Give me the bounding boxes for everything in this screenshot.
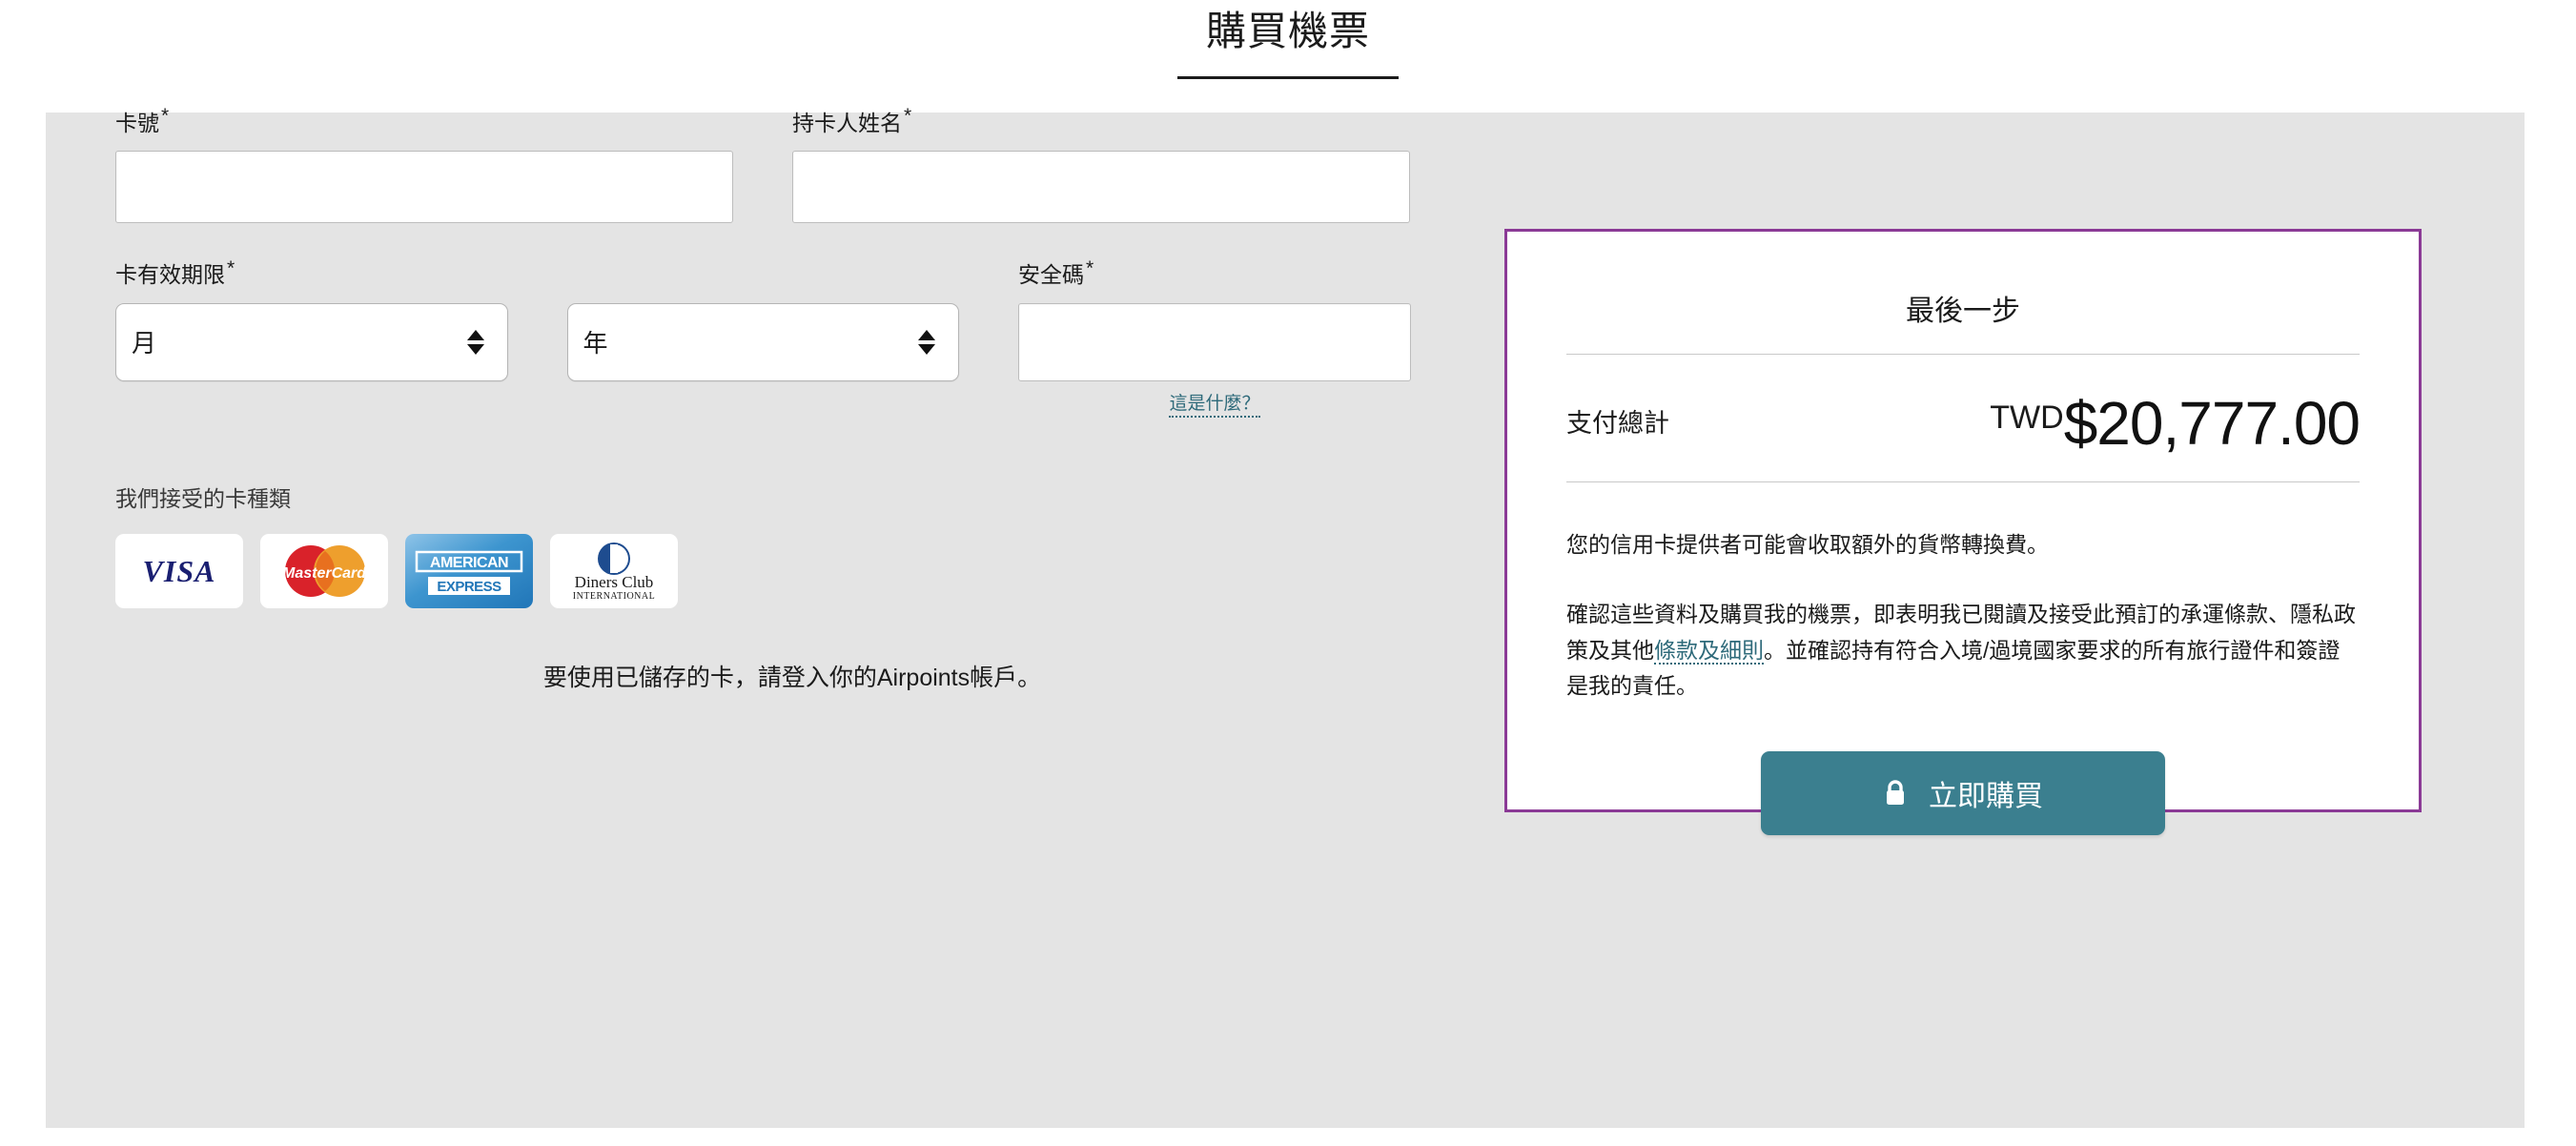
currency-code: TWD — [1990, 399, 2064, 436]
page-title: 購買機票 — [1176, 0, 1399, 80]
expiry-year-select[interactable]: 年 — [566, 302, 959, 381]
svg-text:AMERICAN: AMERICAN — [430, 555, 508, 571]
expiry-label: 卡有效期限* — [115, 256, 235, 288]
order-summary-panel: 最後一步 支付總計 TWD $20,777.00 您的信用卡提供者可能會收取額外… — [1504, 229, 2422, 836]
svg-text:INTERNATIONAL: INTERNATIONAL — [573, 591, 656, 602]
expiry-month-value: 月 — [132, 329, 157, 358]
cvv-help-link[interactable]: 這是什麼？ — [1169, 393, 1260, 419]
required-marker: * — [161, 105, 170, 128]
accepted-cards-heading: 我們接受的卡種類 — [115, 486, 291, 512]
amex-logo: AMERICAN EXPRESS — [405, 534, 533, 609]
card-logo-list: VISA MasterCard AMERICAN EXPRESS Diners … — [115, 534, 1469, 609]
accepted-cards-section: 我們接受的卡種類 VISA MasterCard AMERICAN EXPRES… — [115, 481, 1469, 609]
terms-acceptance-note: 確認這些資料及購買我的機票，即表明我已閱讀及接受此預訂的承運條款、隱私政策及其他… — [1566, 597, 2360, 704]
required-marker: * — [1086, 256, 1094, 279]
chevron-updown-icon — [916, 329, 937, 355]
visa-logo: VISA — [115, 534, 243, 609]
card-number-input[interactable] — [115, 151, 733, 224]
svg-text:Diners Club: Diners Club — [575, 573, 654, 591]
form-row-expiry-cvv: 卡有效期限* 月 年 安全碼* 這是什麼？ — [115, 256, 1469, 419]
cvv-field-group: 安全碼* 這是什麼？ — [1018, 256, 1411, 419]
airpoints-note: 要使用已儲存的卡，請登入你的Airpoints帳戶。 — [542, 665, 1042, 692]
buy-now-button[interactable]: 立即購買 — [1761, 751, 2165, 836]
card-number-field-group: 卡號* — [115, 105, 733, 224]
amount-value: $20,777.00 — [2063, 389, 2361, 458]
svg-text:MasterCard: MasterCard — [282, 565, 367, 582]
form-row-card-details: 卡號* 持卡人姓名* — [115, 105, 1469, 224]
expiry-selects: 月 年 — [115, 302, 959, 381]
currency-conversion-note: 您的信用卡提供者可能會收取額外的貨幣轉換費。 — [1566, 531, 2049, 557]
expiry-month-select[interactable]: 月 — [115, 302, 508, 381]
total-row: 支付總計 TWD $20,777.00 — [1566, 355, 2361, 481]
required-marker: * — [904, 105, 912, 128]
cvv-input[interactable] — [1018, 302, 1411, 381]
svg-text:EXPRESS: EXPRESS — [437, 579, 501, 595]
expiry-field-group: 卡有效期限* 月 年 — [115, 256, 959, 418]
summary-title: 最後一步 — [1906, 296, 2020, 327]
buy-now-label: 立即購買 — [1929, 781, 2043, 813]
chevron-updown-icon — [465, 329, 486, 355]
svg-text:VISA: VISA — [143, 554, 216, 588]
required-marker: * — [227, 256, 235, 279]
diners-club-logo: Diners Club INTERNATIONAL — [550, 534, 678, 609]
page-header: 購買機票 — [0, 0, 2576, 113]
expiry-year-value: 年 — [583, 329, 608, 358]
card-name-input[interactable] — [792, 151, 1410, 224]
payment-form: 卡號* 持卡人姓名* 卡有效期限* 月 年 安全碼* 這是什麼？ 我們接受的卡種… — [115, 105, 1469, 695]
divider-bottom — [1566, 481, 2360, 482]
total-label: 支付總計 — [1566, 408, 1669, 438]
card-number-label: 卡號* — [115, 105, 170, 135]
cvv-label: 安全碼* — [1018, 256, 1094, 288]
card-name-label: 持卡人姓名* — [792, 105, 912, 135]
mastercard-logo: MasterCard — [260, 534, 388, 609]
lock-icon — [1883, 779, 1908, 808]
card-name-field-group: 持卡人姓名* — [792, 105, 1410, 224]
buy-button-wrap: 立即購買 — [1566, 751, 2360, 836]
terms-and-conditions-link[interactable]: 條款及細則 — [1654, 637, 1764, 665]
total-amount: TWD $20,777.00 — [1990, 389, 2361, 458]
